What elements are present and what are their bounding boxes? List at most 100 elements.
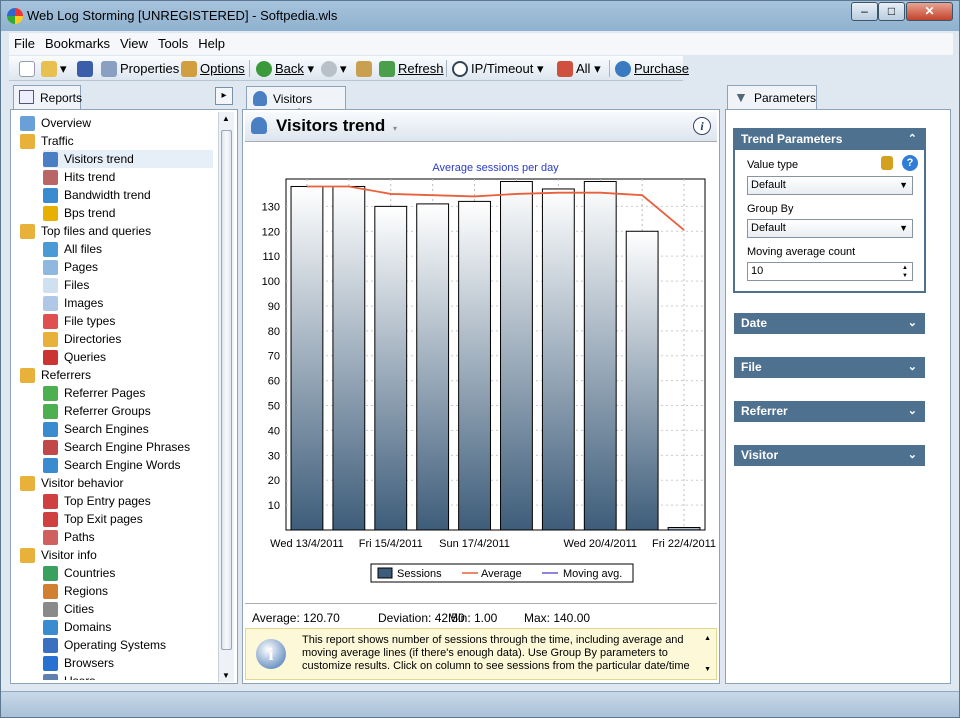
- file-section-header[interactable]: File ⌄: [734, 357, 925, 378]
- tree-item[interactable]: Bandwidth trend: [43, 186, 151, 204]
- options-label: Options: [200, 61, 245, 76]
- all-filter-button[interactable]: All ▾: [557, 59, 601, 78]
- save-button[interactable]: [77, 59, 96, 78]
- tree-item[interactable]: Visitor info: [20, 546, 97, 564]
- tree-item[interactable]: Top files and queries: [20, 222, 151, 240]
- visitor-section-header[interactable]: Visitor ⌄: [734, 445, 925, 466]
- properties-button[interactable]: Properties: [101, 59, 179, 78]
- scroll-up-icon[interactable]: ▲: [222, 114, 230, 123]
- tree-item[interactable]: Images: [43, 294, 103, 312]
- sessions-bar[interactable]: [416, 203, 450, 531]
- tree-item[interactable]: Operating Systems: [43, 636, 166, 654]
- tree-item[interactable]: Regions: [43, 582, 108, 600]
- visitors-trend-tab[interactable]: Visitors trend: [246, 86, 346, 120]
- tree-item[interactable]: Paths: [43, 528, 95, 546]
- tree-item[interactable]: Referrers: [20, 366, 91, 384]
- tree-item[interactable]: Referrer Pages: [43, 384, 145, 402]
- tree-item[interactable]: Visitors trend: [43, 150, 213, 168]
- forward-button[interactable]: ▾: [321, 59, 347, 78]
- tree-item[interactable]: File types: [43, 312, 115, 330]
- collapse-chevron-icon[interactable]: ⌃: [908, 129, 917, 150]
- tree-item[interactable]: Browsers: [43, 654, 114, 672]
- tree-item[interactable]: Hits trend: [43, 168, 115, 186]
- close-button[interactable]: ✕: [906, 2, 953, 21]
- refresh-button[interactable]: Refresh: [379, 59, 444, 78]
- new-button[interactable]: [19, 59, 38, 78]
- purchase-button[interactable]: Purchase: [615, 59, 689, 78]
- tree-item[interactable]: Search Engine Words: [43, 456, 181, 474]
- sessions-bar[interactable]: [290, 185, 324, 531]
- expand-chevron-icon[interactable]: ⌄: [908, 313, 917, 334]
- info-scroll-down-icon[interactable]: ▼: [704, 666, 711, 673]
- purchase-label: Purchase: [634, 61, 689, 76]
- collapse-panel-button[interactable]: ▸: [215, 87, 233, 105]
- maximize-button[interactable]: □: [878, 2, 905, 21]
- tree-item[interactable]: Queries: [43, 348, 106, 366]
- sessions-bar[interactable]: [625, 230, 659, 531]
- tree-item[interactable]: Visitor behavior: [20, 474, 124, 492]
- sessions-bar[interactable]: [541, 188, 575, 531]
- tree-item[interactable]: Bps trend: [43, 204, 115, 222]
- tree-item[interactable]: Pages: [43, 258, 98, 276]
- title-dropdown-icon[interactable]: ▾: [393, 124, 397, 133]
- options-button[interactable]: Options: [181, 59, 245, 78]
- windows-icon: [43, 637, 58, 653]
- scroll-thumb[interactable]: [221, 130, 232, 650]
- referrer-section-header[interactable]: Referrer ⌄: [734, 401, 925, 422]
- trend-parameters-header[interactable]: Trend Parameters ⌃: [734, 129, 925, 150]
- menu-help[interactable]: Help: [193, 33, 230, 51]
- moving-average-input[interactable]: 10 ▲ ▼: [747, 262, 913, 281]
- tree-item[interactable]: All files: [43, 240, 102, 258]
- tree-item[interactable]: Files: [43, 276, 89, 294]
- scroll-down-icon[interactable]: ▼: [222, 671, 230, 680]
- tree-item[interactable]: Top Entry pages: [43, 492, 151, 510]
- tree-item[interactable]: Countries: [43, 564, 115, 582]
- x-tick-label: Wed 13/4/2011: [270, 538, 344, 550]
- tree-item[interactable]: Traffic: [20, 132, 74, 150]
- sessions-bar[interactable]: [374, 205, 408, 531]
- tree-item[interactable]: Search Engine Phrases: [43, 438, 190, 456]
- tree-item[interactable]: Overview: [20, 114, 91, 132]
- sessions-bar[interactable]: [500, 180, 533, 531]
- info-box: i This report shows number of sessions t…: [245, 628, 717, 680]
- dropdown-arrow-icon: ▼: [899, 223, 908, 233]
- sessions-bar[interactable]: [458, 200, 491, 531]
- help-icon[interactable]: ?: [902, 155, 918, 171]
- info-scroll-up-icon[interactable]: ▲: [704, 635, 711, 642]
- spinner-icon[interactable]: ▲ ▼: [902, 264, 908, 280]
- reports-scrollbar[interactable]: ▲ ▼: [218, 112, 234, 682]
- menu-bookmarks[interactable]: Bookmarks: [40, 33, 115, 51]
- reports-tab[interactable]: Reports: [13, 85, 82, 109]
- expand-chevron-icon[interactable]: ⌄: [908, 401, 917, 422]
- tree-item[interactable]: Search Engines: [43, 420, 149, 438]
- date-section-header[interactable]: Date ⌄: [734, 313, 925, 334]
- menu-tools[interactable]: Tools: [153, 33, 193, 51]
- tree-item[interactable]: Top Exit pages: [43, 510, 143, 528]
- tree-item[interactable]: Directories: [43, 330, 121, 348]
- tree-item[interactable]: Users: [43, 672, 95, 680]
- flag-icon: [43, 583, 58, 599]
- ip-timeout-button[interactable]: IP/Timeout ▾: [452, 59, 544, 78]
- sessions-bar[interactable]: [583, 180, 617, 531]
- tree-item[interactable]: Cities: [43, 600, 94, 618]
- sessions-bar[interactable]: [332, 185, 366, 531]
- open-button[interactable]: ▾: [41, 59, 67, 78]
- expand-chevron-icon[interactable]: ⌄: [908, 445, 917, 466]
- minimize-button[interactable]: –: [851, 2, 878, 21]
- parameters-tab[interactable]: ▼ Parameters: [727, 85, 817, 109]
- tree-item[interactable]: Domains: [43, 618, 111, 636]
- expand-chevron-icon[interactable]: ⌄: [908, 357, 917, 378]
- info-button[interactable]: i: [693, 117, 711, 135]
- new-file-icon: [19, 60, 35, 77]
- value-type-select[interactable]: Default ▼: [747, 176, 913, 195]
- home-button[interactable]: [356, 59, 375, 78]
- sessions-bar[interactable]: [667, 527, 701, 531]
- all-label: All: [576, 61, 591, 76]
- group-by-select[interactable]: Default ▼: [747, 219, 913, 238]
- image-icon: [43, 295, 58, 311]
- menu-file[interactable]: File: [9, 33, 40, 51]
- back-button[interactable]: Back ▾: [256, 59, 314, 78]
- properties-label: Properties: [120, 61, 180, 76]
- tree-item[interactable]: Referrer Groups: [43, 402, 151, 420]
- menu-view[interactable]: View: [115, 33, 153, 51]
